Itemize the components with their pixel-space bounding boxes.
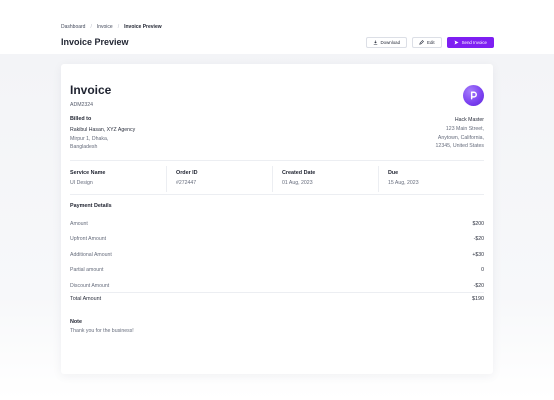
- meta-value: #272447: [176, 180, 197, 186]
- breadcrumb-item-current: Invoice Preview: [124, 24, 162, 30]
- billed-to-label: Billed to: [70, 116, 92, 122]
- total-label: Total Amount: [70, 296, 102, 302]
- billed-to-address-line: Bangladesh: [70, 144, 98, 150]
- send-icon: [454, 40, 459, 45]
- payment-row-value: +$30: [472, 251, 484, 258]
- sender-address-line: 123 Main Street,: [445, 125, 484, 132]
- payment-row: Amount $200: [70, 216, 484, 232]
- payment-row-value: -$20: [473, 236, 484, 243]
- meta-value: 01 Aug, 2023: [282, 180, 313, 186]
- payment-row-label: Amount: [70, 220, 88, 227]
- download-button[interactable]: Download: [365, 37, 408, 48]
- meta-label: Created Date: [282, 170, 316, 176]
- meta-order-id: Order ID #272447: [167, 166, 273, 192]
- invoice-id: ADM2324: [70, 102, 94, 108]
- header-actions: Download Edit Send Invoice: [365, 37, 494, 48]
- total-value: $190: [472, 296, 484, 302]
- billed-to-address-line: Mirpur 1, Dhaka,: [70, 136, 109, 142]
- edit-button-label: Edit: [427, 40, 435, 45]
- payment-row-label: Discount Amount: [70, 282, 110, 289]
- payment-row-label: Upfront Amount: [70, 236, 107, 243]
- payment-row: Partial amount 0: [70, 263, 484, 279]
- meta-label: Order ID: [176, 170, 198, 176]
- payment-details-title: Payment Details: [70, 203, 112, 209]
- breadcrumb-item-invoice[interactable]: Invoice: [97, 24, 113, 30]
- top-bar: Dashboard / Invoice / Invoice Preview In…: [0, 0, 554, 54]
- breadcrumb-separator: /: [117, 24, 120, 30]
- payment-row-value: -$20: [473, 282, 484, 289]
- payment-row: Upfront Amount -$20: [70, 232, 484, 248]
- payment-details-list: Amount $200 Upfront Amount -$20 Addition…: [70, 216, 484, 294]
- divider: [70, 160, 484, 161]
- meta-value: 15 Aug, 2023: [388, 180, 419, 186]
- divider: [70, 292, 484, 293]
- meta-created-date: Created Date 01 Aug, 2023: [273, 166, 379, 192]
- pencil-icon: [419, 40, 424, 45]
- meta-value: UI Design: [70, 180, 93, 186]
- meta-label: Service Name: [70, 170, 106, 176]
- payment-row-label: Partial amount: [70, 267, 104, 274]
- page-title: Invoice Preview: [61, 37, 129, 47]
- breadcrumb: Dashboard / Invoice / Invoice Preview: [61, 24, 162, 30]
- sender-address-line: Anytown, California,: [437, 134, 484, 141]
- meta-due: Due 15 Aug, 2023: [379, 166, 484, 192]
- divider: [70, 194, 484, 195]
- meta-label: Due: [388, 170, 399, 176]
- breadcrumb-item-dashboard[interactable]: Dashboard: [61, 24, 85, 30]
- total-row: Total Amount $190: [70, 296, 484, 302]
- invoice-meta: Service Name UI Design Order ID #272447 …: [70, 166, 484, 192]
- sender-address-line: 12345, United States: [435, 143, 484, 150]
- breadcrumb-separator: /: [90, 24, 92, 30]
- edit-button[interactable]: Edit: [412, 37, 442, 48]
- send-invoice-button-label: Send Invoice: [461, 40, 487, 45]
- download-button-label: Download: [380, 40, 401, 45]
- sender-name: Hack Master: [454, 117, 484, 123]
- billed-to-name: Rakibul Hasan, XYZ Agency: [70, 127, 136, 133]
- send-invoice-button[interactable]: Send Invoice: [446, 37, 494, 48]
- brand-logo-icon: [463, 85, 484, 106]
- invoice-card: Invoice ADM2324 Billed to Rakibul Hasan,…: [61, 64, 493, 374]
- note-label: Note: [70, 319, 82, 325]
- sender-address: Hack Master 123 Main Street, Anytown, Ca…: [436, 116, 484, 151]
- payment-row-value: 0: [481, 267, 484, 274]
- payment-row-label: Additional Amount: [70, 251, 112, 258]
- payment-row: Additional Amount +$30: [70, 247, 484, 263]
- invoice-title: Invoice: [70, 83, 112, 97]
- note-text: Thank you for the business!: [70, 328, 134, 334]
- download-icon: [373, 40, 377, 45]
- payment-row-value: $200: [472, 220, 484, 227]
- meta-service: Service Name UI Design: [70, 166, 167, 192]
